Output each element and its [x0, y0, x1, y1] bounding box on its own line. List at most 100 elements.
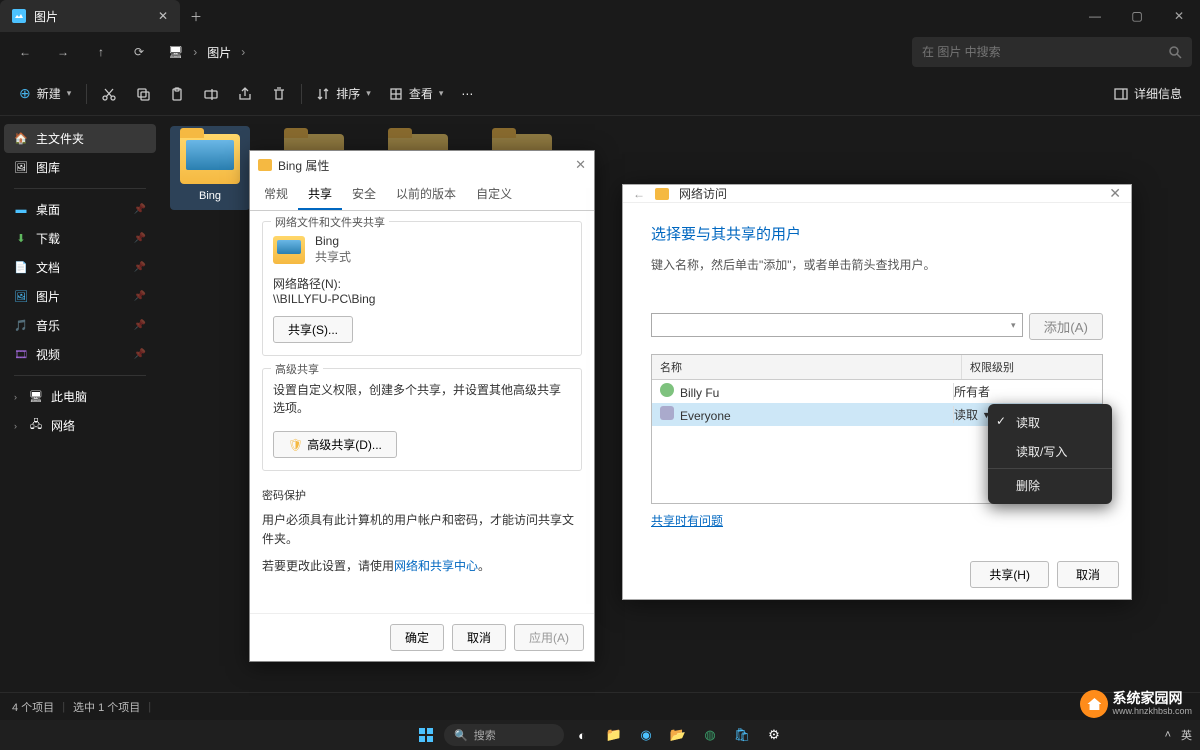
tab-close-icon[interactable]: ✕ [158, 9, 168, 23]
task-settings[interactable]: ⚙ [760, 723, 788, 747]
tray-ime[interactable]: 英 [1181, 727, 1192, 743]
sidebar-item-pictures[interactable]: 🖼图片📌 [4, 282, 156, 311]
group-title: 网络文件和文件夹共享 [271, 214, 389, 230]
sidebar-item-network[interactable]: ›🖧网络 [4, 411, 156, 440]
tab-general[interactable]: 常规 [254, 179, 298, 210]
help-link[interactable]: 共享时有问题 [651, 512, 723, 529]
view-label: 查看 [409, 85, 433, 102]
task-store[interactable]: 🛍 [728, 723, 756, 747]
task-edge[interactable]: ◉ [632, 723, 660, 747]
share-button[interactable]: 共享(S)... [273, 316, 353, 343]
task-edge2[interactable]: ◍ [696, 723, 724, 747]
search-icon[interactable] [1168, 45, 1182, 59]
column-name[interactable]: 名称 [652, 355, 962, 379]
separator [14, 375, 146, 376]
titlebar: 图片 ✕ ＋ — ▢ ✕ [0, 0, 1200, 32]
share-confirm-button[interactable]: 共享(H) [970, 561, 1049, 588]
group-title: 密码保护 [262, 487, 582, 503]
network-icon: 🖧 [29, 419, 43, 433]
sidebar-item-desktop[interactable]: ▬桌面📌 [4, 195, 156, 224]
sidebar-item-downloads[interactable]: ⬇下载📌 [4, 224, 156, 253]
view-button[interactable]: 查看 ▾ [381, 78, 452, 110]
tray-chevron-icon[interactable]: ˄ [1165, 729, 1171, 741]
start-button[interactable] [412, 723, 440, 747]
task-app[interactable]: 📁 [600, 723, 628, 747]
apply-button[interactable]: 应用(A) [514, 624, 584, 651]
address-bar: ← → ↑ ⟳ 🖥 › 图片 › [0, 32, 1200, 72]
close-button[interactable]: ✕ [1158, 0, 1200, 32]
status-items: 4 个项目 [12, 699, 54, 715]
sidebar-label: 文档 [36, 259, 60, 276]
dialog-titlebar[interactable]: Bing 属性 ✕ [250, 151, 594, 179]
shared-status: 共享式 [315, 248, 351, 265]
cancel-button[interactable]: 取消 [1057, 561, 1119, 588]
table-row-user[interactable]: Billy Fu 所有者 [652, 380, 1102, 403]
music-icon: 🎵 [14, 319, 28, 333]
separator [301, 84, 302, 104]
close-icon[interactable]: ✕ [575, 157, 586, 173]
breadcrumb-segment[interactable]: 图片 [207, 44, 231, 61]
separator: | [62, 701, 65, 713]
taskbar-search[interactable]: 🔍搜索 [444, 724, 564, 746]
paste-button[interactable] [161, 78, 193, 110]
sidebar-item-music[interactable]: 🎵音乐📌 [4, 311, 156, 340]
column-permission[interactable]: 权限级别 [962, 355, 1102, 379]
nav-forward-button[interactable]: → [46, 35, 80, 69]
dialog-footer: 共享(H) 取消 [623, 549, 1131, 600]
sidebar-item-home[interactable]: 🏠主文件夹 [4, 124, 156, 153]
nav-refresh-button[interactable]: ⟳ [122, 35, 156, 69]
user-combobox[interactable]: ▾ [651, 313, 1023, 337]
new-button[interactable]: ⊕ 新建 ▾ [10, 78, 80, 110]
nav-back-button[interactable]: ← [8, 35, 42, 69]
sidebar-item-videos[interactable]: 🎞视频📌 [4, 340, 156, 369]
share-button[interactable] [229, 78, 261, 110]
sidebar-item-thispc[interactable]: ›🖥此电脑 [4, 382, 156, 411]
menu-item-readwrite[interactable]: 读取/写入 [988, 437, 1112, 466]
breadcrumb[interactable]: 🖥 › 图片 › [168, 44, 908, 61]
close-icon[interactable]: ✕ [1109, 185, 1121, 202]
details-pane-button[interactable]: 详细信息 [1106, 78, 1190, 110]
menu-item-remove[interactable]: 删除 [988, 471, 1112, 500]
chevron-right-icon: › [241, 45, 245, 59]
sort-button[interactable]: 排序 ▾ [308, 78, 379, 110]
add-button[interactable]: 添加(A) [1029, 313, 1103, 340]
network-center-link[interactable]: 网络和共享中心 [394, 559, 478, 573]
new-tab-button[interactable]: ＋ [180, 8, 212, 25]
menu-item-read[interactable]: 读取 [988, 408, 1112, 437]
delete-button[interactable] [263, 78, 295, 110]
system-tray: ˄ 英 [1165, 727, 1192, 743]
task-widgets[interactable]: ◐ [568, 723, 596, 747]
maximize-button[interactable]: ▢ [1116, 0, 1158, 32]
cut-button[interactable] [93, 78, 125, 110]
nav-up-button[interactable]: ↑ [84, 35, 118, 69]
advanced-sharing-button[interactable]: 🛡高级共享(D)... [273, 431, 397, 458]
ok-button[interactable]: 确定 [390, 624, 444, 651]
sidebar-label: 网络 [51, 417, 75, 434]
network-path-label: 网络路径(N): [273, 275, 571, 292]
dialog-title: 网络访问 [679, 185, 727, 202]
new-label: 新建 [37, 85, 61, 102]
copy-button[interactable] [127, 78, 159, 110]
sidebar-item-documents[interactable]: 📄文档📌 [4, 253, 156, 282]
tab-previous-versions[interactable]: 以前的版本 [386, 179, 466, 210]
cancel-button[interactable]: 取消 [452, 624, 506, 651]
tab-customize[interactable]: 自定义 [466, 179, 522, 210]
tab-security[interactable]: 安全 [342, 179, 386, 210]
back-icon[interactable]: ← [633, 187, 645, 201]
watermark-icon [1080, 690, 1108, 718]
sidebar-label: 主文件夹 [36, 130, 84, 147]
minimize-button[interactable]: — [1074, 0, 1116, 32]
pin-icon: 📌 [134, 291, 146, 302]
search-box[interactable] [912, 37, 1192, 67]
pin-icon: 📌 [134, 262, 146, 273]
more-button[interactable]: ⋯ [453, 78, 481, 110]
explorer-tab[interactable]: 图片 ✕ [0, 0, 180, 32]
tab-share[interactable]: 共享 [298, 179, 342, 210]
folder-bing[interactable]: Bing [170, 126, 250, 210]
sidebar-item-gallery[interactable]: 🖼图库 [4, 153, 156, 182]
task-explorer[interactable]: 📂 [664, 723, 692, 747]
search-input[interactable] [922, 45, 1168, 59]
rename-button[interactable] [195, 78, 227, 110]
sidebar: 🏠主文件夹 🖼图库 ▬桌面📌 ⬇下载📌 📄文档📌 🖼图片📌 🎵音乐📌 🎞视频📌 … [0, 116, 160, 692]
pictures-icon: 🖼 [14, 290, 28, 304]
